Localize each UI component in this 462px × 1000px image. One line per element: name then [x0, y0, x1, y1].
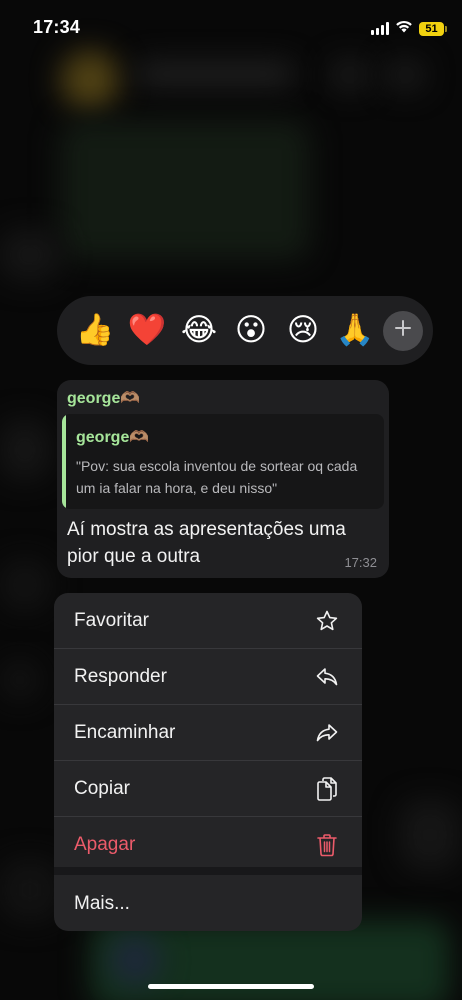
message-timestamp: 17:32 [344, 555, 377, 570]
context-menu: Favoritar Responder Encaminhar Copiar Ap… [54, 593, 362, 931]
quoted-message-text: "Pov: sua escola inventou de sortear oq … [76, 458, 358, 496]
plus-icon [394, 319, 412, 342]
reaction-thumbs-up[interactable]: 👍 [69, 305, 121, 357]
quoted-message[interactable]: george🫶🏽 "Pov: sua escola inventou de so… [62, 414, 384, 509]
home-indicator[interactable] [148, 984, 314, 989]
copy-icon [314, 776, 340, 802]
reaction-praying[interactable]: 🙏 [329, 305, 381, 357]
trash-icon [314, 832, 340, 858]
quoted-message-author: george🫶🏽 [76, 429, 150, 446]
more-reactions-button[interactable] [383, 310, 423, 351]
quote-accent-bar [62, 414, 66, 509]
menu-item-mais[interactable]: Mais... [54, 876, 362, 931]
menu-item-label: Responder [74, 665, 167, 687]
reaction-bar: 👍 ❤️ 😂 😮 😢 🙏 [57, 296, 433, 365]
battery-level: 51 [425, 22, 438, 35]
menu-item-label: Mais... [74, 892, 130, 914]
menu-item-encaminhar[interactable]: Encaminhar [54, 705, 362, 760]
status-bar: 17:34 51 [0, 0, 462, 56]
cellular-signal-icon [371, 22, 389, 35]
reaction-surprised[interactable]: 😮 [225, 305, 277, 357]
menu-section-separator [54, 867, 362, 875]
wifi-icon [395, 19, 413, 38]
reaction-laughing[interactable]: 😂 [173, 305, 225, 357]
message-text: Aí mostra as apresentações uma pior que … [67, 519, 346, 567]
reply-icon [314, 664, 340, 690]
menu-item-copiar[interactable]: Copiar [54, 761, 362, 816]
screen: 17:34 51 👍 ❤️ 😂 😮 😢 🙏 george🫶🏽 george🫶🏽 … [0, 0, 462, 1000]
menu-item-label: Copiar [74, 777, 130, 799]
reaction-heart[interactable]: ❤️ [121, 305, 173, 357]
menu-item-label: Favoritar [74, 609, 149, 631]
star-icon [314, 608, 340, 634]
battery-icon: 51 [419, 21, 447, 36]
menu-item-apagar[interactable]: Apagar [54, 817, 362, 872]
status-time: 17:34 [33, 17, 81, 37]
menu-item-favoritar[interactable]: Favoritar [54, 593, 362, 648]
menu-item-responder[interactable]: Responder [54, 649, 362, 704]
message-sender: george🫶🏽 [67, 390, 141, 407]
message-bubble: george🫶🏽 george🫶🏽 "Pov: sua escola inven… [57, 380, 389, 578]
menu-item-label: Apagar [74, 833, 136, 855]
menu-item-label: Encaminhar [74, 721, 176, 743]
reaction-crying[interactable]: 😢 [277, 305, 329, 357]
forward-icon [314, 720, 340, 746]
status-icons: 51 [371, 19, 447, 38]
